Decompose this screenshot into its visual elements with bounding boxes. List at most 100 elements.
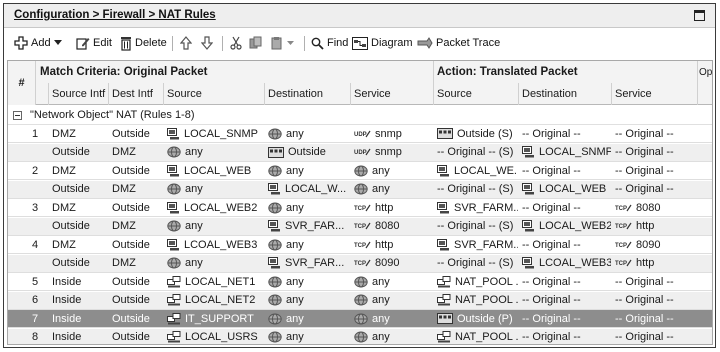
column-header-source-intf[interactable]: Source Intf (48, 83, 108, 104)
add-button[interactable]: Add (14, 35, 62, 51)
cell-service[interactable]: any (350, 292, 433, 309)
cell-translated-service[interactable]: -- Original -- (611, 181, 697, 198)
column-header-source[interactable]: Source (163, 83, 264, 104)
cell-source-intf[interactable]: DMZ (48, 199, 108, 216)
cell-translated-destination[interactable]: -- Original -- (518, 125, 611, 142)
cell-translated-destination[interactable]: LOCAL_WEB (518, 181, 611, 198)
cell-source-intf[interactable]: DMZ (48, 125, 108, 142)
cell-translated-service[interactable]: -- Original -- (611, 162, 697, 179)
cell-source[interactable]: any (163, 255, 264, 272)
cell-destination[interactable]: any (264, 162, 350, 179)
cell-service[interactable]: TCP 8080 (350, 218, 433, 235)
cell-service[interactable]: any (350, 329, 433, 345)
move-down-button[interactable] (201, 35, 213, 51)
cell-translated-source[interactable]: -- Original -- (S) (433, 144, 518, 161)
cell-dest-intf[interactable]: Outside (108, 292, 163, 309)
table-row[interactable]: 4 DMZ Outside LCOAL_WEB3 any TCP http SVR_FARM.… (8, 236, 712, 254)
table-row[interactable]: 2 DMZ Outside LOCAL_WEB any any LOCAL_WE... -- … (8, 162, 712, 180)
cell-destination[interactable]: any (264, 292, 350, 309)
cell-translated-service[interactable]: -- Original -- (611, 125, 697, 142)
cell-destination[interactable]: any (264, 329, 350, 345)
cell-destination[interactable]: any (264, 125, 350, 142)
cell-translated-destination[interactable]: LOCAL_WEB2 (518, 218, 611, 235)
cell-translated-service[interactable]: -- Original -- (611, 144, 697, 161)
cell-translated-source[interactable]: Outside (S) (433, 125, 518, 142)
cell-translated-service[interactable]: TCP 8090 (611, 236, 697, 253)
cell-translated-source[interactable]: SVR_FARM... (433, 236, 518, 253)
cell-dest-intf[interactable]: Outside (108, 310, 163, 327)
table-row[interactable]: Outside DMZ any LOCAL_W... any -- Original --… (8, 180, 712, 199)
edit-button[interactable]: Edit (76, 35, 112, 51)
cell-translated-destination[interactable]: -- Original -- (518, 236, 611, 253)
cell-translated-service[interactable]: TCP 8080 (611, 199, 697, 216)
copy-button[interactable] (249, 35, 263, 51)
cell-translated-destination[interactable]: -- Original -- (518, 292, 611, 309)
cell-translated-destination[interactable]: -- Original -- (518, 310, 611, 327)
table-row[interactable]: Outside DMZ any SVR_FAR... TCP 8090 -- Origina… (8, 254, 712, 273)
paste-button[interactable] (270, 35, 294, 51)
cell-destination[interactable]: any (264, 236, 350, 253)
cell-source[interactable]: LOCAL_USRS (163, 329, 264, 345)
cell-service[interactable]: UDP snmp (350, 125, 433, 142)
cell-dest-intf[interactable]: DMZ (108, 218, 163, 235)
cell-source[interactable]: any (163, 181, 264, 198)
cell-destination[interactable]: any (264, 273, 350, 290)
cell-source[interactable]: any (163, 144, 264, 161)
cell-translated-destination[interactable]: -- Original -- (518, 199, 611, 216)
cell-source[interactable]: LOCAL_NET1 (163, 273, 264, 290)
maximize-icon[interactable] (694, 10, 705, 21)
cell-dest-intf[interactable]: Outside (108, 125, 163, 142)
breadcrumb[interactable]: Configuration > Firewall > NAT Rules (14, 9, 216, 21)
cell-translated-service[interactable]: TCP http (611, 255, 697, 272)
cell-source-intf[interactable]: Inside (48, 310, 108, 327)
rule-group-row[interactable]: "Network Object" NAT (Rules 1-8) (8, 106, 712, 125)
column-header-service[interactable]: Service (350, 83, 433, 104)
cell-source-intf[interactable]: Outside (48, 255, 108, 272)
cell-translated-service[interactable]: TCP http (611, 218, 697, 235)
move-up-button[interactable] (180, 35, 192, 51)
cell-source-intf[interactable]: Outside (48, 181, 108, 198)
cell-dest-intf[interactable]: DMZ (108, 181, 163, 198)
cell-destination[interactable]: SVR_FAR... (264, 255, 350, 272)
cell-dest-intf[interactable]: Outside (108, 273, 163, 290)
cell-destination[interactable]: SVR_FAR... (264, 218, 350, 235)
column-header-translated-destination[interactable]: Destination (518, 83, 611, 104)
cell-source[interactable]: IT_SUPPORT (163, 310, 264, 327)
cell-translated-source[interactable]: -- Original -- (S) (433, 181, 518, 198)
cell-dest-intf[interactable]: Outside (108, 199, 163, 216)
cell-dest-intf[interactable]: DMZ (108, 144, 163, 161)
cell-source-intf[interactable]: Inside (48, 329, 108, 345)
packet-trace-button[interactable]: Packet Trace (417, 35, 500, 51)
cell-destination[interactable]: any (264, 199, 350, 216)
cell-dest-intf[interactable]: Outside (108, 329, 163, 345)
table-row[interactable]: 7 Inside Outside IT_SUPPORT any any Outside (P… (8, 310, 712, 328)
cell-translated-destination[interactable]: -- Original -- (518, 329, 611, 345)
cell-source[interactable]: LCOAL_WEB3 (163, 236, 264, 253)
cell-translated-source[interactable]: NAT_POOL ... (433, 273, 518, 290)
cell-source[interactable]: any (163, 218, 264, 235)
delete-button[interactable]: Delete (120, 35, 167, 51)
cell-dest-intf[interactable]: Outside (108, 236, 163, 253)
dropdown-arrow-icon[interactable] (53, 40, 62, 46)
column-header-translated-source[interactable]: Source (433, 83, 518, 104)
cell-translated-source[interactable]: LOCAL_WE... (433, 162, 518, 179)
cell-source[interactable]: LOCAL_SNMP (163, 125, 264, 142)
cell-dest-intf[interactable]: DMZ (108, 255, 163, 272)
table-row[interactable]: 1 DMZ Outside LOCAL_SNMP any UDP snmp Outside (… (8, 125, 712, 143)
cell-translated-source[interactable]: SVR_FARM... (433, 199, 518, 216)
cell-service[interactable]: TCP http (350, 236, 433, 253)
cell-translated-source[interactable]: NAT_POOL ... (433, 292, 518, 309)
cell-source[interactable]: LOCAL_WEB2 (163, 199, 264, 216)
cell-translated-source[interactable]: NAT_POOL ... (433, 329, 518, 345)
cell-translated-destination[interactable]: -- Original -- (518, 273, 611, 290)
cell-source-intf[interactable]: Outside (48, 144, 108, 161)
cell-source[interactable]: LOCAL_NET2 (163, 292, 264, 309)
cut-button[interactable] (230, 35, 242, 51)
column-header-destination[interactable]: Destination (264, 83, 350, 104)
table-row[interactable]: 8 Inside Outside LOCAL_USRS any any NAT_POOL .… (8, 328, 712, 345)
cell-dest-intf[interactable]: Outside (108, 162, 163, 179)
cell-translated-service[interactable]: -- Original -- (611, 292, 697, 309)
cell-destination[interactable]: Outside (264, 144, 350, 161)
column-header-dest-intf[interactable]: Dest Intf (108, 83, 163, 104)
cell-source-intf[interactable]: Inside (48, 292, 108, 309)
